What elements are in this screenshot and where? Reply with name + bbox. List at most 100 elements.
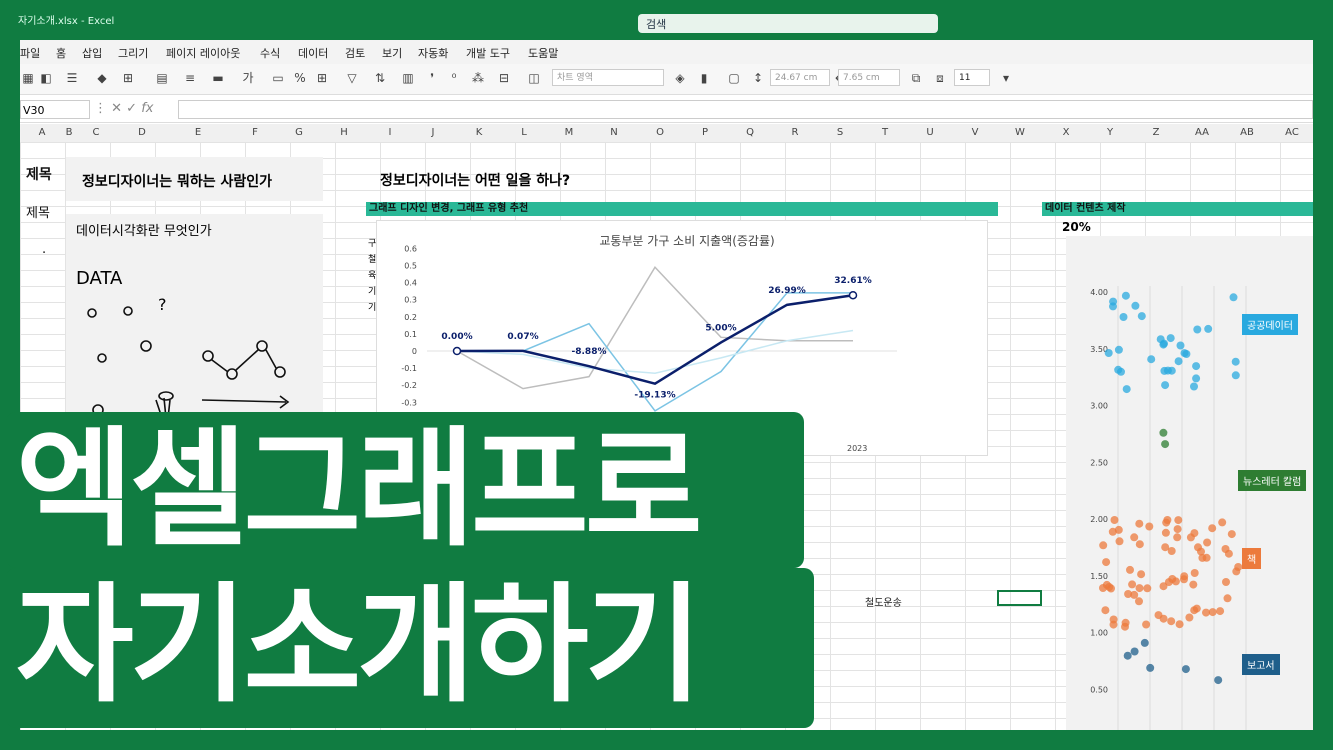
axis-icon[interactable]: ⊟ <box>496 71 512 85</box>
scatter-point <box>1115 537 1124 546</box>
outline-color-icon[interactable]: ▬ <box>210 71 226 85</box>
column-header-b[interactable]: B <box>66 127 73 138</box>
column-header-j[interactable]: J <box>432 127 435 138</box>
scatter-point <box>1203 538 1212 547</box>
scatter-point <box>1167 547 1176 555</box>
column-header-c[interactable]: C <box>93 127 100 138</box>
search-box[interactable]: 검색 <box>638 14 938 33</box>
rectangle-icon[interactable]: ▭ <box>270 71 286 85</box>
column-header-y[interactable]: Y <box>1107 127 1113 138</box>
scatter-point <box>1128 580 1137 589</box>
column-header-q[interactable]: Q <box>746 127 754 138</box>
fx-icon[interactable]: fx <box>141 101 153 116</box>
menu-file[interactable]: 파일 <box>20 45 40 61</box>
series-icon[interactable]: ⁂ <box>470 71 486 85</box>
format-icon[interactable]: ▦ <box>20 71 36 85</box>
bring-forward-icon[interactable]: ⧉ <box>908 71 924 85</box>
column-header-z[interactable]: Z <box>1153 127 1160 138</box>
formula-input[interactable] <box>178 100 1313 119</box>
menu-review[interactable]: 검토 <box>345 45 365 61</box>
height-icon[interactable]: ↕ <box>750 71 766 85</box>
column-header-s[interactable]: S <box>837 127 843 138</box>
menu-help[interactable]: 도움말 <box>528 45 558 61</box>
scatter-point <box>1173 525 1182 534</box>
resize-icon[interactable]: ▢ <box>726 71 742 85</box>
menu-developer[interactable]: 개발 도구 <box>466 45 510 61</box>
scatter-point <box>1161 528 1170 537</box>
column-header-x[interactable]: X <box>1063 127 1070 138</box>
column-header-u[interactable]: U <box>926 127 933 138</box>
send-back-icon[interactable]: ⧈ <box>932 71 948 85</box>
column-header-i[interactable]: I <box>389 127 392 138</box>
percent-icon[interactable]: % <box>292 71 308 85</box>
line-style-icon[interactable]: ≡ <box>182 71 198 85</box>
menu-automate[interactable]: 자동화 <box>418 45 448 61</box>
selected-cell[interactable] <box>997 590 1042 606</box>
width-input[interactable]: 7.65 cm <box>838 69 900 86</box>
height-input[interactable]: 24.67 cm <box>770 69 830 86</box>
column-header-o[interactable]: O <box>656 127 664 138</box>
column-headers: A B C D E F G H I J K L M N O P Q R S T U V W X Y Z AA AB AC <box>20 124 1313 143</box>
window-title: 자기소개.xlsx - Excel <box>18 16 115 27</box>
column-header-m[interactable]: M <box>565 127 574 138</box>
column-header-l[interactable]: L <box>521 127 527 138</box>
comma-icon[interactable]: ❜ <box>424 71 440 85</box>
menu-formulas[interactable]: 수식 <box>260 45 280 61</box>
menu-draw[interactable]: 그리기 <box>118 45 148 61</box>
menu-view[interactable]: 보기 <box>382 45 402 61</box>
font-size-dropdown[interactable]: 11 <box>954 69 990 86</box>
layout-icon[interactable]: ◫ <box>526 71 542 85</box>
column-header-t[interactable]: T <box>882 127 888 138</box>
more-icon[interactable]: ▾ <box>998 71 1014 85</box>
column-header-ac[interactable]: AC <box>1285 127 1299 138</box>
scatter-chart[interactable]: 4.00 3.50 3.00 2.50 2.00 1.50 1.00 0.50 공공데이터 뉴… <box>1066 236 1313 730</box>
menu-insert[interactable]: 삽입 <box>82 45 102 61</box>
insert-chart-icon[interactable]: ▥ <box>400 71 416 85</box>
column-header-f[interactable]: F <box>252 127 258 138</box>
scatter-point <box>1190 382 1198 391</box>
filter-icon[interactable]: ▽ <box>344 71 360 85</box>
align-icon[interactable]: ☰ <box>64 71 80 85</box>
name-box[interactable]: V30 <box>20 100 90 119</box>
border-icon[interactable]: ⊞ <box>120 71 136 85</box>
data-label: 26.99% <box>768 286 806 296</box>
column-header-aa[interactable]: AA <box>1195 127 1209 138</box>
column-header-v[interactable]: V <box>972 127 979 138</box>
column-header-e[interactable]: E <box>195 127 201 138</box>
column-header-n[interactable]: N <box>610 127 617 138</box>
scatter-point <box>1114 345 1123 354</box>
paint-icon[interactable]: ◈ <box>672 71 688 85</box>
column-header-w[interactable]: W <box>1015 127 1025 138</box>
column-header-ab[interactable]: AB <box>1240 127 1254 138</box>
sort-icon[interactable]: ⇅ <box>372 71 388 85</box>
scatter-point <box>1135 584 1144 593</box>
menu-home[interactable]: 홈 <box>56 45 66 61</box>
column-header-r[interactable]: R <box>792 127 799 138</box>
scatter-point <box>1137 312 1146 321</box>
table-icon[interactable]: ⊞ <box>314 71 330 85</box>
line-chart-title: 교통부분 가구 소비 지출액(증감률) <box>599 234 774 248</box>
column-header-g[interactable]: G <box>295 127 303 138</box>
decimal-icon[interactable]: ⁰ <box>446 71 462 85</box>
font-color-icon[interactable]: 가 <box>240 71 256 85</box>
scatter-point <box>1135 597 1143 606</box>
scatter-point <box>1189 580 1198 589</box>
menu-data[interactable]: 데이터 <box>298 45 328 61</box>
right-percent: 20% <box>1062 220 1091 234</box>
scatter-point <box>1222 578 1230 586</box>
column-header-p[interactable]: P <box>702 127 708 138</box>
column-header-h[interactable]: H <box>340 127 348 138</box>
shape-fill-icon[interactable]: ◧ <box>38 71 54 85</box>
column-header-k[interactable]: K <box>476 127 483 138</box>
scatter-point <box>1163 366 1172 375</box>
column-header-d[interactable]: D <box>138 127 146 138</box>
chart-icon[interactable]: ▤ <box>154 71 170 85</box>
column-header-a[interactable]: A <box>39 127 46 138</box>
scatter-y-tick: 2.50 <box>1090 458 1108 467</box>
fill-color-icon[interactable]: ◆ <box>94 71 110 85</box>
sketch-data-text: DATA <box>76 268 123 289</box>
chart-element-dropdown[interactable]: 차트 영역 <box>552 69 664 86</box>
bar-chart-icon[interactable]: ▮ <box>696 71 712 85</box>
scatter-point <box>1185 613 1194 622</box>
menu-page-layout[interactable]: 페이지 레이아웃 <box>166 45 240 61</box>
